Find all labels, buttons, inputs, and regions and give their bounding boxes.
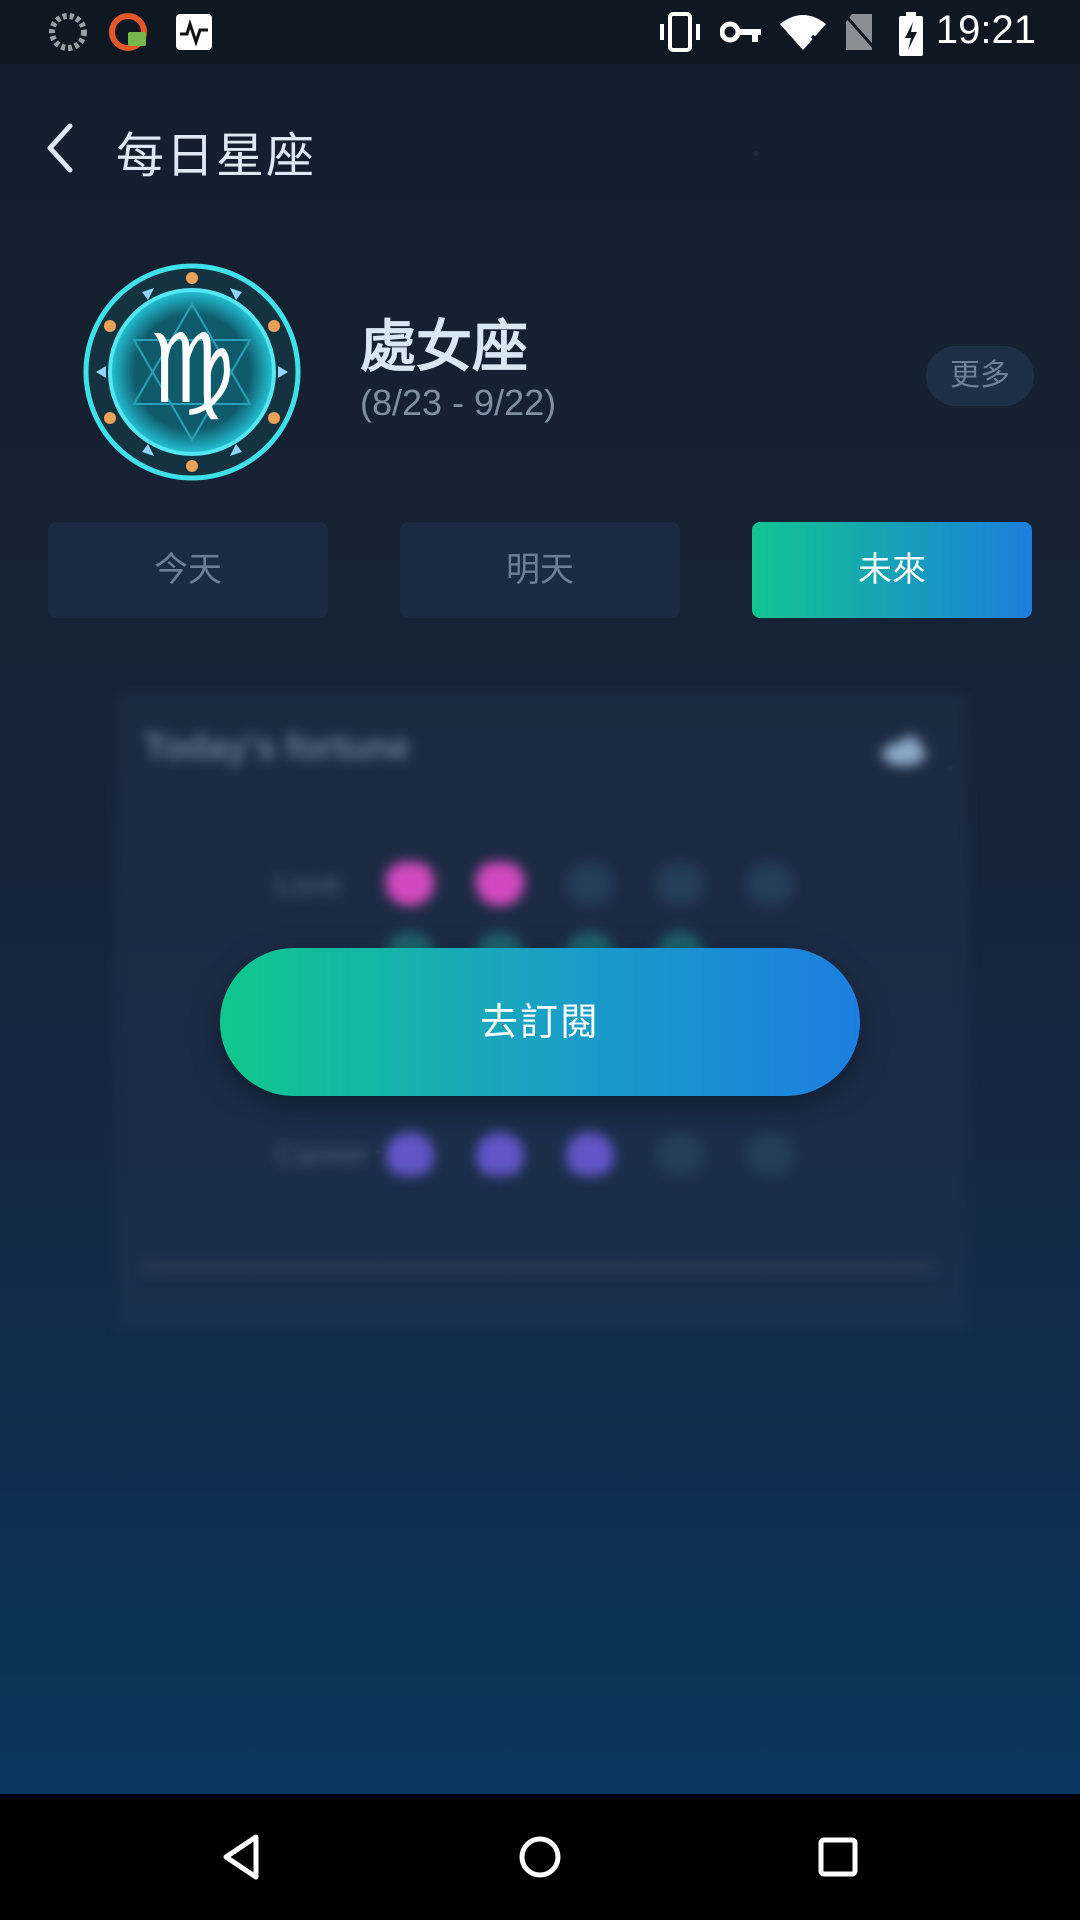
tab-today[interactable]: 今天 bbox=[48, 522, 328, 618]
vibrate-icon bbox=[660, 12, 700, 52]
career-empty-icon bbox=[656, 1132, 704, 1176]
sign-name: 處女座 bbox=[360, 315, 528, 380]
heart-icon bbox=[476, 862, 524, 906]
recents-square-icon[interactable] bbox=[808, 1827, 868, 1887]
app-notification-icon bbox=[109, 13, 147, 51]
subscribe-button[interactable]: 去訂閱 bbox=[220, 948, 860, 1096]
more-button[interactable]: 更多 bbox=[926, 346, 1034, 406]
heart-empty-icon bbox=[746, 862, 794, 906]
status-bar: 19:21 bbox=[0, 0, 1080, 64]
activity-monitor-icon bbox=[176, 14, 212, 50]
clock-time: 19:21 bbox=[935, 8, 1036, 52]
vpn-key-icon bbox=[720, 21, 761, 43]
preview-card-title: Today's fortune bbox=[144, 726, 410, 767]
tab-tomorrow[interactable]: 明天 bbox=[400, 522, 680, 618]
tab-future[interactable]: 未來 bbox=[752, 522, 1032, 618]
love-row-label: Love bbox=[276, 868, 342, 901]
career-empty-icon bbox=[746, 1132, 794, 1176]
sign-date-range: (8/23 - 9/22) bbox=[360, 382, 557, 423]
chevron-left-icon[interactable] bbox=[40, 118, 80, 178]
battery-charging-icon bbox=[899, 12, 923, 56]
wifi-off-icon bbox=[780, 15, 826, 50]
career-icon bbox=[476, 1132, 524, 1176]
no-sim-icon bbox=[844, 14, 878, 51]
heart-icon bbox=[386, 862, 434, 906]
svg-text:♍: ♍ bbox=[149, 313, 235, 425]
cloud-icon bbox=[882, 736, 926, 766]
heart-empty-icon bbox=[656, 862, 704, 906]
career-icon bbox=[566, 1132, 614, 1176]
preview-text-placeholder bbox=[144, 1262, 934, 1272]
home-circle-icon[interactable] bbox=[510, 1827, 570, 1887]
virgo-emblem-icon: ♍ bbox=[83, 263, 301, 481]
career-row-label: Career bbox=[276, 1138, 368, 1171]
navigation-bar bbox=[0, 1794, 1080, 1920]
career-icon bbox=[386, 1132, 434, 1176]
page-title: 每日星座 bbox=[116, 128, 317, 184]
back-triangle-icon[interactable] bbox=[212, 1827, 272, 1887]
loading-icon bbox=[49, 13, 87, 51]
heart-empty-icon bbox=[566, 862, 614, 906]
